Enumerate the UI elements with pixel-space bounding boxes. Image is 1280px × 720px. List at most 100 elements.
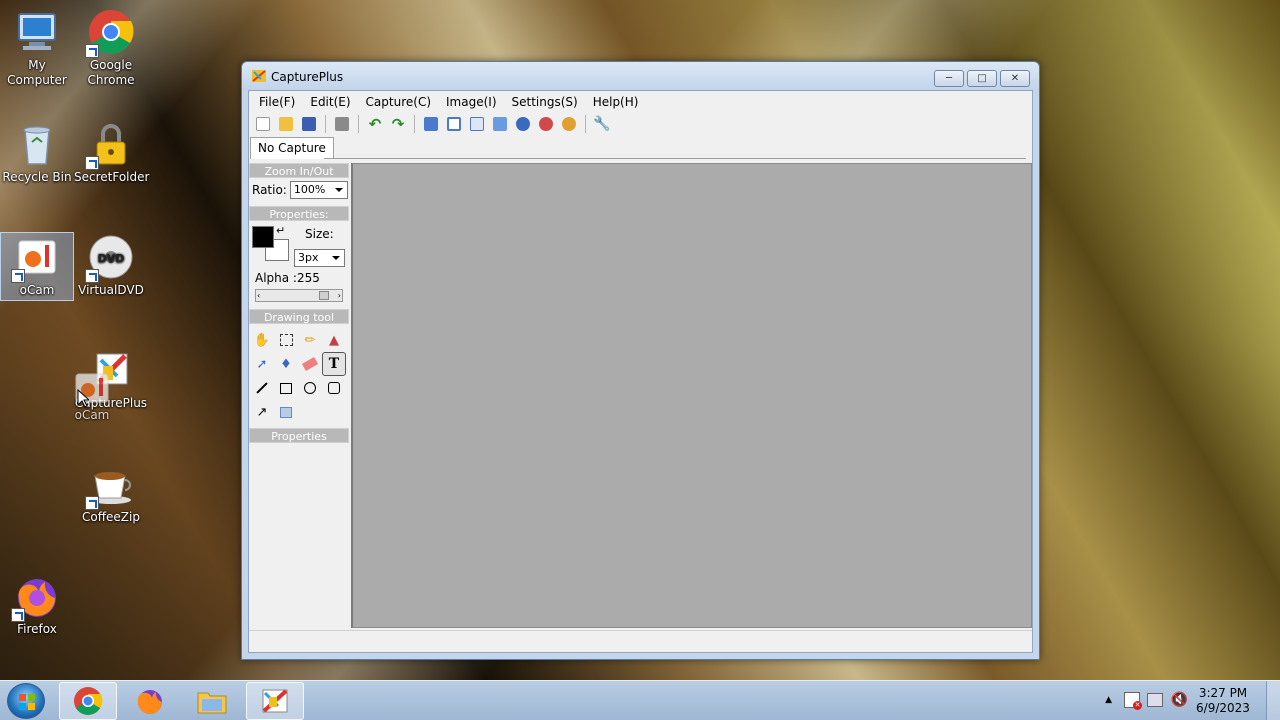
menu-file[interactable]: File(F) (253, 95, 304, 109)
minimize-button[interactable]: ─ (934, 70, 964, 87)
alpha-slider[interactable]: ‹ › (255, 289, 343, 302)
marquee-select-icon (279, 334, 293, 346)
desktop-icon-virtualdvd[interactable]: DVD VirtualDVD (74, 233, 148, 298)
wrench-icon: 🔧 (593, 116, 611, 132)
desktop-icon-secretfolder[interactable]: SecretFolder (74, 120, 149, 185)
desktop-icon-firefox[interactable]: Firefox (0, 572, 74, 637)
fill-tool[interactable]: ♦ (274, 352, 298, 376)
redo-button[interactable]: ↷ (388, 114, 408, 134)
fullscreen-capture-icon (493, 117, 507, 131)
arrow-icon: ↗ (256, 404, 268, 420)
desktop-icon-label: oCam (19, 283, 55, 297)
ratio-select[interactable]: 100% (289, 181, 348, 199)
taskbar-explorer[interactable] (183, 682, 241, 720)
recycle-bin-icon (13, 120, 61, 168)
eyedropper-tool[interactable]: ➚ (250, 352, 274, 376)
highlight-tool[interactable] (274, 400, 298, 424)
windows-logo-icon (19, 694, 35, 710)
shortcut-arrow-icon (85, 156, 99, 170)
svg-text:DVD: DVD (98, 252, 125, 265)
title-bar[interactable]: CapturePlus ─ □ ✕ (242, 62, 1039, 90)
window-client-area: File(F) Edit(E) Capture(C) Image(I) Sett… (248, 90, 1033, 653)
menu-image[interactable]: Image(I) (440, 95, 505, 109)
capture-scroll-button[interactable] (467, 114, 487, 134)
hand-tool[interactable]: ✋ (250, 328, 274, 352)
menu-settings[interactable]: Settings(S) (506, 95, 587, 109)
start-button[interactable] (7, 683, 45, 719)
menu-capture[interactable]: Capture(C) (360, 95, 440, 109)
undo-button[interactable]: ↶ (365, 114, 385, 134)
capture-canvas[interactable] (351, 163, 1032, 628)
desktop-icon-label: VirtualDVD (78, 283, 144, 297)
network-icon[interactable] (1147, 693, 1163, 707)
maximize-button[interactable]: □ (967, 70, 997, 87)
text-tool[interactable]: T (322, 352, 346, 376)
slider-left-arrow-icon[interactable]: ‹ (257, 290, 260, 301)
shortcut-arrow-icon (85, 269, 99, 283)
size-select[interactable]: 3px (294, 249, 345, 267)
capture-region-button[interactable] (421, 114, 441, 134)
alpha-slider-thumb[interactable] (319, 291, 329, 300)
object-capture-icon (516, 117, 530, 131)
foreground-color-swatch-front (252, 226, 274, 248)
select-tool[interactable] (274, 328, 298, 352)
open-button[interactable] (276, 114, 296, 134)
menu-edit[interactable]: Edit(E) (304, 95, 359, 109)
desktop-icon-recycle-bin[interactable]: Recycle Bin (0, 120, 74, 185)
action-center-flag-icon[interactable]: ✕ (1124, 692, 1142, 710)
desktop-icon-my-computer[interactable]: My Computer (0, 8, 74, 88)
taskbar-captureplus[interactable] (246, 682, 304, 720)
eraser-tool[interactable] (298, 352, 322, 376)
color-balls-icon (539, 117, 553, 131)
toolbar-separator (585, 115, 586, 133)
system-clock[interactable]: 3:27 PM 6/9/2023 (1193, 686, 1253, 716)
settings-tool-button[interactable]: 🔧 (592, 114, 612, 134)
shortcut-arrow-icon (85, 496, 99, 510)
ellipse-tool[interactable] (298, 376, 322, 400)
properties-footer-header: Properties (249, 428, 349, 443)
desktop-icon-google-chrome[interactable]: Google Chrome (74, 8, 148, 88)
open-folder-icon (279, 117, 293, 131)
paint-bucket-icon: ♦ (280, 356, 292, 372)
swap-colors-icon[interactable]: ↵ (276, 224, 285, 237)
capture-window-button[interactable] (444, 114, 464, 134)
drawing-tools-grid: ✋ ✏ ▲ ➚ ♦ T ↗ (249, 324, 349, 424)
menu-help[interactable]: Help(H) (587, 95, 648, 109)
taskbar: ▲ ✕ 🔇 3:27 PM 6/9/2023 (0, 680, 1280, 720)
firefox-icon (137, 690, 162, 714)
desktop-icon-label: Recycle Bin (2, 170, 72, 184)
taskbar-chrome[interactable] (59, 682, 117, 720)
new-file-icon (256, 117, 270, 131)
new-button[interactable] (253, 114, 273, 134)
color-picker-button[interactable] (536, 114, 556, 134)
highlight-icon (280, 406, 292, 418)
capture-fullscreen-button[interactable] (490, 114, 510, 134)
stamp-tool[interactable]: ▲ (322, 328, 346, 352)
desktop-icon-coffeezip[interactable]: CoffeeZip (74, 460, 148, 525)
rounded-rectangle-tool[interactable] (322, 376, 346, 400)
pencil-tool[interactable]: ✏ (298, 328, 322, 352)
save-disk-icon (302, 117, 316, 131)
tab-strip: No Capture (249, 135, 1032, 159)
arrow-tool[interactable]: ↗ (250, 400, 274, 424)
close-button[interactable]: ✕ (1000, 70, 1030, 87)
captureplus-window[interactable]: CapturePlus ─ □ ✕ File(F) Edit(E) Captur… (241, 61, 1040, 660)
palette-button[interactable] (559, 114, 579, 134)
slider-right-arrow-icon[interactable]: › (338, 290, 341, 301)
print-button[interactable] (332, 114, 352, 134)
show-desktop-button[interactable] (1266, 681, 1280, 720)
desktop-icon-label: My Computer (7, 58, 67, 87)
dragged-icon-ocam[interactable]: oCam (55, 370, 129, 423)
save-button[interactable] (299, 114, 319, 134)
taskbar-firefox[interactable] (121, 682, 179, 720)
rectangle-icon (280, 382, 292, 394)
volume-muted-icon[interactable]: 🔇 (1171, 692, 1188, 708)
show-hidden-icons-chevron-icon[interactable]: ▲ (1105, 695, 1112, 705)
capture-object-button[interactable] (513, 114, 533, 134)
region-capture-icon (424, 117, 438, 131)
desktop-icon-ocam[interactable]: oCam (0, 232, 74, 301)
line-tool[interactable] (250, 376, 274, 400)
desktop-icon-label: oCam (74, 408, 110, 422)
rectangle-tool[interactable] (274, 376, 298, 400)
tab-no-capture[interactable]: No Capture (250, 137, 334, 159)
